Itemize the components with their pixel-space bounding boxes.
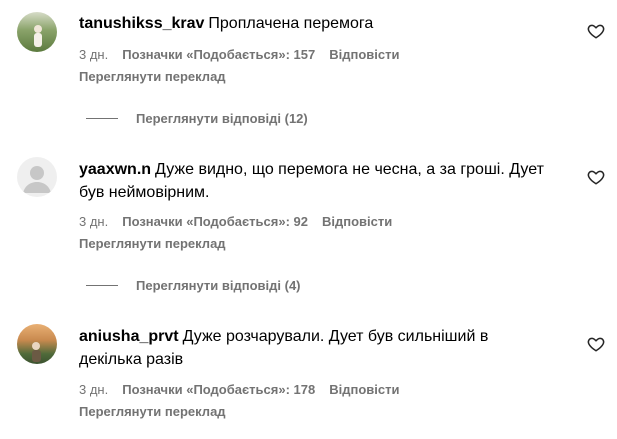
replies-divider-line — [86, 118, 118, 119]
view-replies-label: Переглянути відповіді (4) — [136, 278, 301, 293]
replies-divider-line — [86, 285, 118, 286]
like-heart-icon[interactable] — [587, 168, 605, 186]
comment-text: Проплачена перемога — [208, 15, 374, 32]
comment-text-block: aniusha_prvt Дуже розчарували. Дует був с… — [79, 325, 549, 371]
comment-username[interactable]: tanushikss_krav — [79, 15, 204, 32]
comment-time: 3 дн. — [79, 47, 109, 62]
like-count[interactable]: Позначки «Подобається»: 178 — [122, 382, 315, 397]
like-heart-icon[interactable] — [587, 22, 605, 40]
view-replies-button[interactable]: Переглянути відповіді (4) — [86, 278, 301, 293]
view-replies-button[interactable]: Переглянути відповіді (12) — [86, 111, 308, 126]
comment-meta: 3 дн. Позначки «Подобається»: 92 Відповіст… — [79, 214, 406, 229]
user-photo-icon[interactable] — [17, 12, 57, 52]
view-replies-label: Переглянути відповіді (12) — [136, 111, 308, 126]
view-translation-link[interactable]: Переглянути переклад — [79, 236, 226, 251]
like-count[interactable]: Позначки «Подобається»: 92 — [122, 214, 308, 229]
comment-meta: 3 дн. Позначки «Подобається»: 157 Відповіс… — [79, 47, 413, 62]
like-heart-icon[interactable] — [587, 335, 605, 353]
comment-meta: 3 дн. Позначки «Подобається»: 178 Відповіс… — [79, 382, 413, 397]
comment-username[interactable]: aniusha_prvt — [79, 328, 179, 345]
comment-time: 3 дн. — [79, 214, 109, 229]
default-avatar-icon[interactable] — [17, 157, 57, 197]
comment-username[interactable]: yaaxwn.n — [79, 161, 151, 178]
comment-text-block: yaaxwn.n Дуже видно, що перемога не чесна… — [79, 158, 549, 204]
comment-time: 3 дн. — [79, 382, 109, 397]
comment-text-block: tanushikss_krav Проплачена перемога — [79, 12, 549, 35]
view-translation-link[interactable]: Переглянути переклад — [79, 404, 226, 419]
view-translation-link[interactable]: Переглянути переклад — [79, 69, 226, 84]
reply-button[interactable]: Відповісти — [329, 47, 399, 62]
reply-button[interactable]: Відповісти — [322, 214, 392, 229]
user-photo-icon[interactable] — [17, 324, 57, 364]
like-count[interactable]: Позначки «Подобається»: 157 — [122, 47, 315, 62]
reply-button[interactable]: Відповісти — [329, 382, 399, 397]
